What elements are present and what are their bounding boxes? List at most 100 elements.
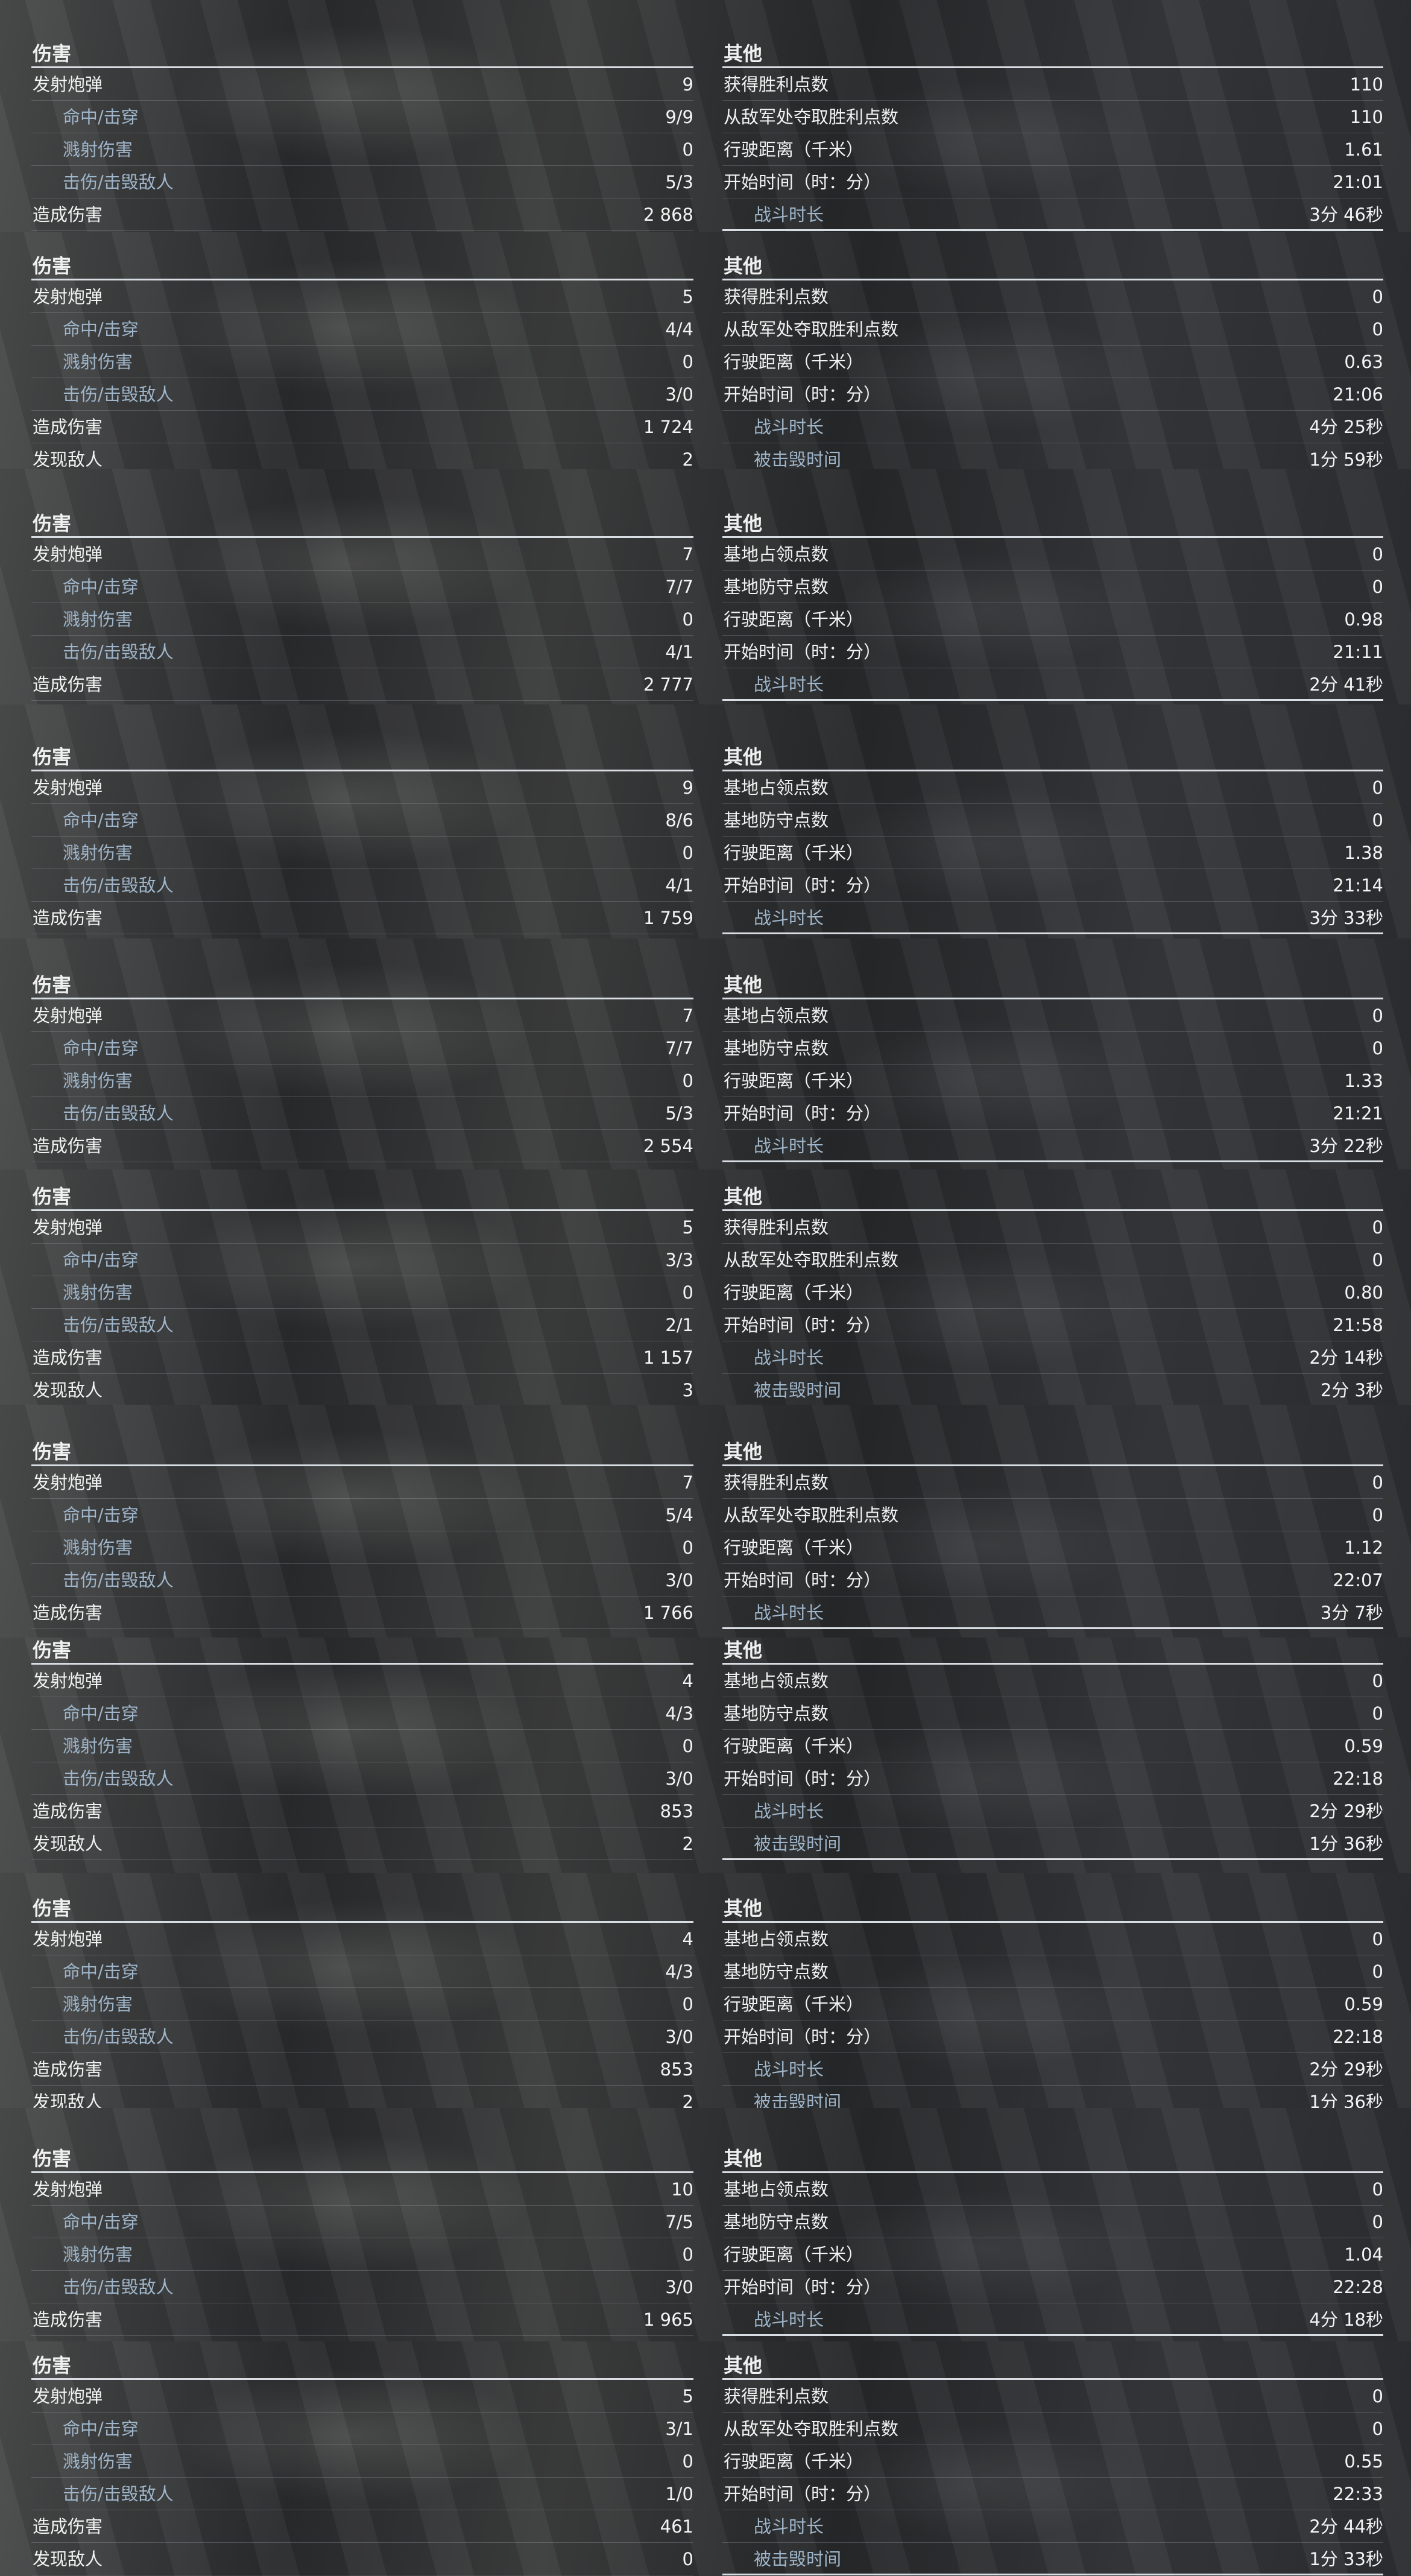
stat-row: 发射炮弹 5 — [31, 2380, 693, 2413]
stat-label: 被击毁时间 — [754, 1380, 842, 1400]
stat-value: 9 — [682, 777, 693, 798]
stat-label: 从敌军处夺取胜利点数 — [724, 1250, 899, 1270]
stat-value: 2分 41秒 — [1309, 674, 1383, 695]
stat-value: 3/0 — [665, 1570, 693, 1590]
stat-label: 开始时间（时：分） — [724, 1570, 882, 1590]
stat-value: 0.59 — [1344, 1736, 1383, 1756]
stat-row: 获得胜利点数 0 — [722, 1211, 1383, 1244]
stat-label: 行驶距离（千米） — [724, 2244, 864, 2265]
stat-row: 击伤/击毁敌人 5/3 — [31, 1097, 693, 1130]
damage-header: 伤害 — [31, 1638, 693, 1665]
stat-label: 获得胜利点数 — [724, 2386, 829, 2407]
stat-value: 853 — [660, 1801, 693, 1821]
stat-value: 1.33 — [1344, 1071, 1383, 1091]
stat-value: 0 — [1372, 2419, 1383, 2439]
stat-value: 3/0 — [665, 384, 693, 405]
stat-row: 基地占领点数 0 — [722, 771, 1383, 804]
stat-value: 0 — [1372, 544, 1383, 565]
stat-row: 战斗时长 2分 14秒 — [722, 1341, 1383, 1374]
stat-row: 基地占领点数 0 — [722, 2173, 1383, 2206]
stat-label: 击伤/击毁敌人 — [63, 2484, 174, 2504]
other-header: 其他 — [722, 739, 1383, 771]
stat-value: 110 — [1349, 74, 1383, 95]
stat-label: 命中/击穿 — [63, 107, 139, 127]
stat-label: 战斗时长 — [754, 204, 824, 225]
stat-label: 基地占领点数 — [724, 544, 829, 565]
left-stats-column: 伤害 发射炮弹 5 命中/击穿 3/1 溅射伤害 0 击伤/击毁敌人 1/0 造成伤害 461 发现敌… — [31, 2347, 693, 2575]
stat-value: 1分 36秒 — [1309, 2092, 1383, 2108]
stat-row: 战斗时长 3分 7秒 — [722, 1597, 1383, 1629]
damage-header: 伤害 — [31, 2347, 693, 2380]
stat-row: 获得胜利点数 0 — [722, 2380, 1383, 2413]
stat-value: 2 — [682, 2092, 693, 2108]
stat-value: 1.04 — [1344, 2244, 1383, 2265]
stat-row: 基地占领点数 0 — [722, 999, 1383, 1032]
battle-stats-panel: 伤害 发射炮弹 5 命中/击穿 4/4 溅射伤害 0 击伤/击毁敌人 3/0 造成伤害 1 724 发… — [0, 232, 1411, 469]
other-header: 其他 — [722, 1638, 1383, 1665]
stat-value: 1 759 — [643, 908, 693, 928]
stat-label: 造成伤害 — [33, 1603, 103, 1623]
stat-row: 造成伤害 2 868 — [31, 198, 693, 231]
stat-label: 战斗时长 — [754, 908, 824, 928]
stat-label: 战斗时长 — [754, 417, 824, 437]
right-stats-column: 其他 获得胜利点数 0 从敌军处夺取胜利点数 0 行驶距离（千米） 0.63 开始时间（时：分… — [722, 248, 1383, 469]
other-header: 其他 — [722, 1890, 1383, 1923]
right-stats-column: 其他 获得胜利点数 0 从敌军处夺取胜利点数 0 行驶距离（千米） 1.12 开始时间（时：分… — [722, 1434, 1383, 1629]
stat-row: 从敌军处夺取胜利点数 110 — [722, 101, 1383, 133]
stat-label: 发射炮弹 — [33, 2386, 103, 2407]
stat-value: 4/3 — [665, 1703, 693, 1724]
stat-value: 4 — [682, 1929, 693, 1949]
stat-label: 溅射伤害 — [63, 843, 133, 863]
stat-value: 0 — [1372, 1703, 1383, 1724]
damage-header: 伤害 — [31, 739, 693, 771]
stat-label: 溅射伤害 — [63, 2451, 133, 2472]
stat-value: 22:33 — [1333, 2484, 1383, 2504]
stat-label: 发射炮弹 — [33, 544, 103, 565]
stat-label: 发射炮弹 — [33, 1217, 103, 1238]
damage-header: 伤害 — [31, 505, 693, 538]
stat-label: 击伤/击毁敌人 — [63, 172, 174, 192]
stat-value: 0 — [1372, 2179, 1383, 2200]
stat-row: 造成伤害 853 — [31, 1795, 693, 1828]
stat-value: 1分 59秒 — [1309, 449, 1383, 469]
stat-row: 行驶距离（千米） 1.04 — [722, 2238, 1383, 2271]
stat-value: 3/0 — [665, 1768, 693, 1789]
stat-label: 命中/击穿 — [63, 2212, 139, 2232]
stat-row: 击伤/击毁敌人 2/1 — [31, 1309, 693, 1341]
stat-label: 战斗时长 — [754, 2309, 824, 2330]
stat-row: 造成伤害 1 965 — [31, 2303, 693, 2336]
left-stats-column: 伤害 发射炮弹 10 命中/击穿 7/5 溅射伤害 0 击伤/击毁敌人 3/0 造成伤害 1 965 — [31, 2141, 693, 2336]
stat-label: 行驶距离（千米） — [724, 1071, 864, 1091]
stat-label: 战斗时长 — [754, 1347, 824, 1368]
stat-value: 1.61 — [1344, 139, 1383, 160]
stat-value: 5 — [682, 2386, 693, 2407]
stat-value: 4/4 — [665, 319, 693, 340]
stat-row: 获得胜利点数 0 — [722, 1466, 1383, 1499]
battle-stats-panel: 伤害 发射炮弹 10 命中/击穿 7/5 溅射伤害 0 击伤/击毁敌人 3/0 造成伤害 1 965… — [0, 2108, 1411, 2341]
stat-row: 战斗时长 2分 44秒 — [722, 2510, 1383, 2543]
stat-label: 发射炮弹 — [33, 1005, 103, 1026]
stat-row: 被击毁时间 1分 59秒 — [722, 443, 1383, 469]
stat-value: 0 — [1372, 2212, 1383, 2232]
stat-value: 0 — [682, 352, 693, 372]
stat-value: 21:21 — [1333, 1103, 1383, 1124]
stat-label: 发现敌人 — [33, 2092, 103, 2108]
stat-label: 命中/击穿 — [63, 1961, 139, 1982]
stat-row: 行驶距离（千米） 0.98 — [722, 603, 1383, 636]
stat-label: 击伤/击毁敌人 — [63, 384, 174, 405]
stat-value: 0 — [682, 1282, 693, 1303]
stat-row: 命中/击穿 7/7 — [31, 571, 693, 603]
stat-value: 1分 33秒 — [1309, 2549, 1383, 2569]
stat-value: 0 — [1372, 319, 1383, 340]
stat-label: 被击毁时间 — [754, 1834, 842, 1854]
stat-label: 发射炮弹 — [33, 777, 103, 798]
stat-row: 溅射伤害 0 — [31, 2238, 693, 2271]
stat-label: 发射炮弹 — [33, 74, 103, 95]
stat-value: 1 766 — [643, 1603, 693, 1623]
stat-row: 战斗时长 2分 41秒 — [722, 668, 1383, 701]
stat-value: 2 — [682, 1834, 693, 1854]
stat-value: 0 — [1372, 286, 1383, 307]
stat-row: 从敌军处夺取胜利点数 0 — [722, 313, 1383, 346]
left-stats-column: 伤害 发射炮弹 5 命中/击穿 4/4 溅射伤害 0 击伤/击毁敌人 3/0 造成伤害 1 724 发… — [31, 248, 693, 469]
battle-stats-panel: 伤害 发射炮弹 9 命中/击穿 8/6 溅射伤害 0 击伤/击毁敌人 4/1 造成伤害 1 759 其… — [0, 704, 1411, 938]
